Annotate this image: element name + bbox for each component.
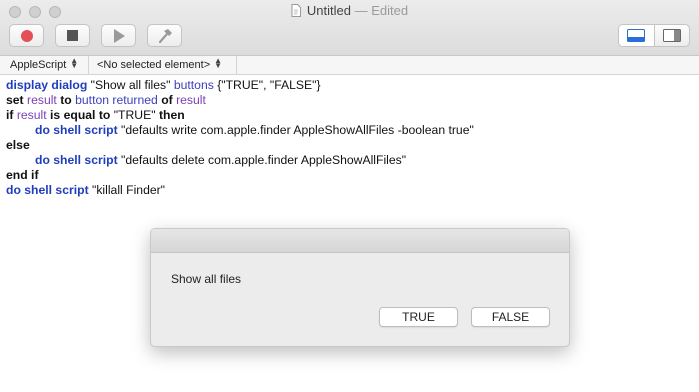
script-document-icon xyxy=(291,4,301,17)
record-icon xyxy=(20,29,33,42)
script-line: if result is equal to "TRUE" then xyxy=(6,108,696,123)
stop-button[interactable] xyxy=(55,24,90,47)
false-button[interactable]: FALSE xyxy=(471,307,550,327)
script-token: result xyxy=(27,93,57,107)
navigation-bar: AppleScript ▲ ▼ <No selected element> ▲ ▼ xyxy=(0,56,699,75)
compile-button[interactable] xyxy=(147,24,182,47)
bottom-pane-toggle[interactable] xyxy=(619,25,654,46)
script-token: {"TRUE", "FALSE"} xyxy=(213,78,321,92)
script-token: set xyxy=(6,93,24,107)
script-line: do shell script "defaults write com.appl… xyxy=(6,123,696,138)
script-token: is equal to xyxy=(50,108,111,122)
script-token: "TRUE" xyxy=(110,108,159,122)
navbar-divider xyxy=(88,56,89,74)
display-dialog: Show all files TRUE FALSE xyxy=(150,228,570,347)
script-token: result xyxy=(16,108,47,122)
window-title: Untitled — Edited xyxy=(0,3,699,18)
edited-status: — Edited xyxy=(354,3,409,18)
script-token: buttons xyxy=(173,78,214,92)
side-pane-icon xyxy=(662,29,681,42)
script-token: do shell script xyxy=(6,183,89,197)
run-button[interactable] xyxy=(101,24,136,47)
script-token: to xyxy=(60,93,72,107)
script-token: result xyxy=(176,93,206,107)
chevron-updown-icon: ▲ ▼ xyxy=(70,56,79,70)
side-pane-toggle[interactable] xyxy=(653,25,690,46)
element-label: <No selected element> xyxy=(97,59,211,71)
script-token: do shell script xyxy=(35,123,118,137)
script-token: "killall Finder" xyxy=(88,183,166,197)
script-line: else xyxy=(6,138,696,153)
script-token: button returned xyxy=(75,93,158,107)
navbar-divider xyxy=(236,56,237,74)
language-label: AppleScript xyxy=(10,59,67,71)
script-token: end if xyxy=(6,168,39,182)
script-line: do shell script "killall Finder" xyxy=(6,183,696,198)
view-toggle[interactable] xyxy=(618,24,690,47)
language-popup[interactable]: AppleScript ▲ ▼ xyxy=(10,56,78,74)
element-popup[interactable]: <No selected element> ▲ ▼ xyxy=(97,56,222,74)
script-token: then xyxy=(158,108,185,122)
script-token: of xyxy=(161,93,173,107)
chevron-updown-icon: ▲ ▼ xyxy=(214,56,223,70)
script-token: "defaults write com.apple.finder AppleSh… xyxy=(117,123,474,137)
dialog-titlebar xyxy=(151,229,569,253)
stop-icon xyxy=(67,30,78,41)
script-token: display dialog xyxy=(6,78,88,92)
script-editor[interactable]: display dialog "Show all files" buttons … xyxy=(6,78,696,198)
script-line: set result to button returned of result xyxy=(6,93,696,108)
dialog-message: Show all files xyxy=(171,272,242,286)
window-titlebar: Untitled — Edited xyxy=(0,0,699,56)
bottom-pane-icon xyxy=(627,29,646,42)
record-button[interactable] xyxy=(9,24,44,47)
script-token: "Show all files" xyxy=(87,78,174,92)
document-name: Untitled xyxy=(306,3,351,18)
script-token: "defaults delete com.apple.finder AppleS… xyxy=(117,153,407,167)
script-token: do shell script xyxy=(35,153,118,167)
script-token: else xyxy=(6,138,30,152)
play-icon xyxy=(114,28,125,43)
script-line: display dialog "Show all files" buttons … xyxy=(6,78,696,93)
script-line: end if xyxy=(6,168,696,183)
true-button[interactable]: TRUE xyxy=(379,307,458,327)
script-line: do shell script "defaults delete com.app… xyxy=(6,153,696,168)
hammer-icon xyxy=(158,28,172,43)
